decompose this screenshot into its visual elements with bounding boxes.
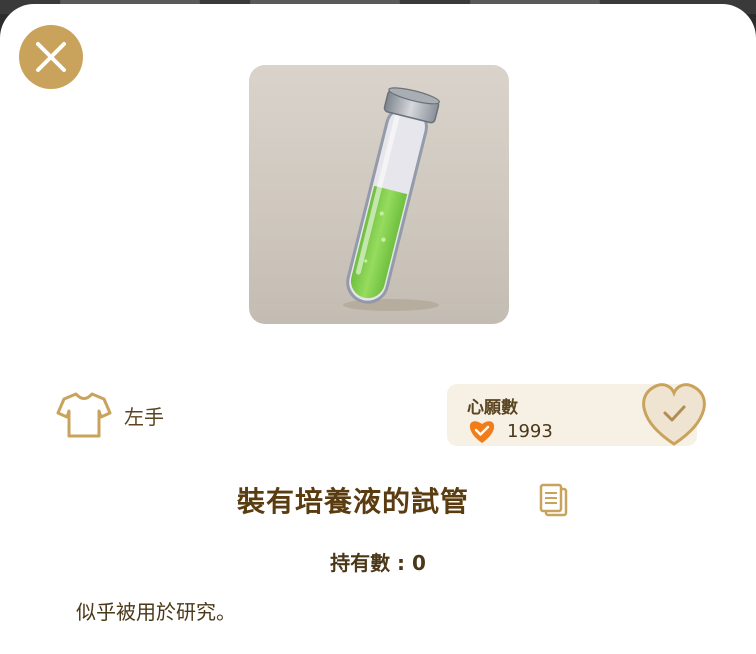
test-tube-image bbox=[343, 87, 441, 311]
item-description: 似乎被用於研究。 bbox=[76, 600, 236, 624]
document-icon bbox=[539, 483, 568, 517]
owned-count: 持有數 : 0 bbox=[330, 551, 426, 575]
equip-slot-label: 左手 bbox=[124, 404, 164, 429]
close-icon bbox=[36, 42, 66, 72]
detail-button[interactable] bbox=[539, 483, 569, 517]
wish-title: 心願數 bbox=[467, 398, 518, 418]
heart-check-icon bbox=[642, 383, 706, 446]
shirt-icon bbox=[56, 392, 112, 438]
item-name: 裝有培養液的試管 bbox=[236, 485, 469, 518]
wish-button[interactable] bbox=[637, 381, 711, 449]
orange-heart-check-icon bbox=[469, 421, 495, 443]
equip-slot: 左手 bbox=[56, 391, 164, 439]
wish-count: 1993 bbox=[507, 420, 553, 442]
close-button[interactable] bbox=[19, 25, 83, 89]
item-image bbox=[249, 65, 509, 324]
